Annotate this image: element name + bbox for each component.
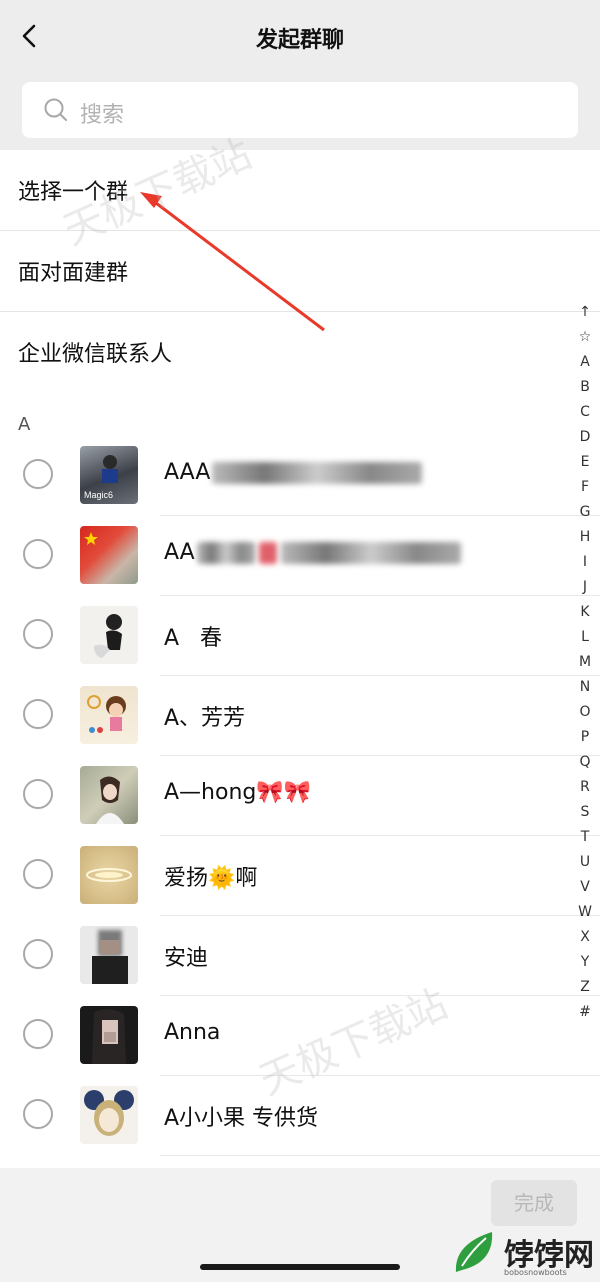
index-letter[interactable]: L <box>572 625 598 650</box>
index-letter[interactable]: I <box>572 550 598 575</box>
contact-name: A—hong🎀🎀 <box>164 780 312 805</box>
contact-name: 安迪 <box>164 946 209 971</box>
done-button[interactable]: 完成 <box>491 1180 577 1226</box>
index-letter[interactable]: P <box>572 725 598 750</box>
index-letter[interactable]: T <box>572 825 598 850</box>
select-radio[interactable] <box>23 939 53 969</box>
index-letter[interactable]: U <box>572 850 598 875</box>
header-bar: 发起群聊 <box>0 0 600 72</box>
avatar <box>80 606 138 664</box>
index-letter[interactable]: H <box>572 525 598 550</box>
contact-row[interactable]: A、芳芳 <box>0 676 600 756</box>
menu-item-label: 面对面建群 <box>18 261 129 286</box>
avatar <box>80 686 138 744</box>
index-letter[interactable]: N <box>572 675 598 700</box>
search-icon <box>44 98 67 121</box>
contact-name: A小小果 专供货 <box>164 1106 319 1131</box>
index-letter[interactable]: J <box>572 575 598 600</box>
contact-row[interactable]: 安迪 <box>0 916 600 996</box>
page-title: 发起群聊 <box>255 28 344 53</box>
index-letter[interactable]: # <box>572 1000 598 1025</box>
contact-name: A 春 <box>164 626 223 651</box>
contact-name: AA <box>164 540 461 565</box>
select-radio[interactable] <box>23 1019 53 1049</box>
menu-item-label: 企业微信联系人 <box>18 342 173 367</box>
index-letter[interactable]: C <box>572 400 598 425</box>
search-input[interactable]: 搜索 <box>22 82 578 138</box>
index-letter[interactable]: K <box>572 600 598 625</box>
contact-row[interactable]: A—hong🎀🎀 <box>0 756 600 836</box>
avatar: Magic6 <box>80 446 138 504</box>
index-letter[interactable]: Q <box>572 750 598 775</box>
index-letter[interactable]: S <box>572 800 598 825</box>
avatar <box>80 1086 138 1144</box>
contact-row[interactable]: AA <box>0 516 600 596</box>
index-letter[interactable]: G <box>572 500 598 525</box>
leaf-logo-icon <box>455 1232 493 1272</box>
select-radio[interactable] <box>23 459 53 489</box>
select-radio[interactable] <box>23 1099 53 1129</box>
index-letter[interactable]: O <box>572 700 598 725</box>
search-placeholder: 搜索 <box>80 103 125 128</box>
contact-name: Anna <box>164 1020 221 1045</box>
contact-name: AAA <box>164 460 423 485</box>
index-letter[interactable]: Y <box>572 950 598 975</box>
index-letter[interactable]: Z <box>572 975 598 1000</box>
index-letter[interactable]: E <box>572 450 598 475</box>
site-logo: 饽饽网 bobosnowboots <box>448 1226 600 1282</box>
contact-row[interactable]: A 春 <box>0 596 600 676</box>
select-radio[interactable] <box>23 619 53 649</box>
index-letter[interactable]: ☆ <box>572 325 598 350</box>
index-letter[interactable]: ↑ <box>572 300 598 325</box>
index-letter[interactable]: R <box>572 775 598 800</box>
select-radio[interactable] <box>23 539 53 569</box>
wecom-contacts-item[interactable]: 企业微信联系人 <box>0 312 600 392</box>
index-letter[interactable]: F <box>572 475 598 500</box>
contact-name: 爱扬🌞啊 <box>164 866 258 891</box>
home-indicator <box>200 1264 400 1270</box>
index-letter[interactable]: B <box>572 375 598 400</box>
avatar <box>80 526 138 584</box>
select-radio[interactable] <box>23 859 53 889</box>
index-letter[interactable]: X <box>572 925 598 950</box>
index-letter[interactable]: M <box>572 650 598 675</box>
avatar <box>80 1006 138 1064</box>
index-letter[interactable]: A <box>572 350 598 375</box>
avatar-label: Magic6 <box>84 490 113 500</box>
avatar <box>80 766 138 824</box>
section-letter: A <box>18 414 31 435</box>
index-letter[interactable]: D <box>572 425 598 450</box>
contact-name: A、芳芳 <box>164 706 246 731</box>
avatar <box>80 926 138 984</box>
alphabet-index[interactable]: ↑ ☆ A B C D E F G H I J K L M N O P Q R S T U V W X Y Z # <box>572 300 598 1025</box>
index-letter[interactable]: W <box>572 900 598 925</box>
index-letter[interactable]: V <box>572 875 598 900</box>
logo-subtext: bobosnowboots <box>504 1268 567 1277</box>
contact-row[interactable]: 爱扬🌞啊 <box>0 836 600 916</box>
select-radio[interactable] <box>23 779 53 809</box>
select-radio[interactable] <box>23 699 53 729</box>
contact-row[interactable]: Magic6 AAA <box>0 436 600 516</box>
avatar <box>80 846 138 904</box>
